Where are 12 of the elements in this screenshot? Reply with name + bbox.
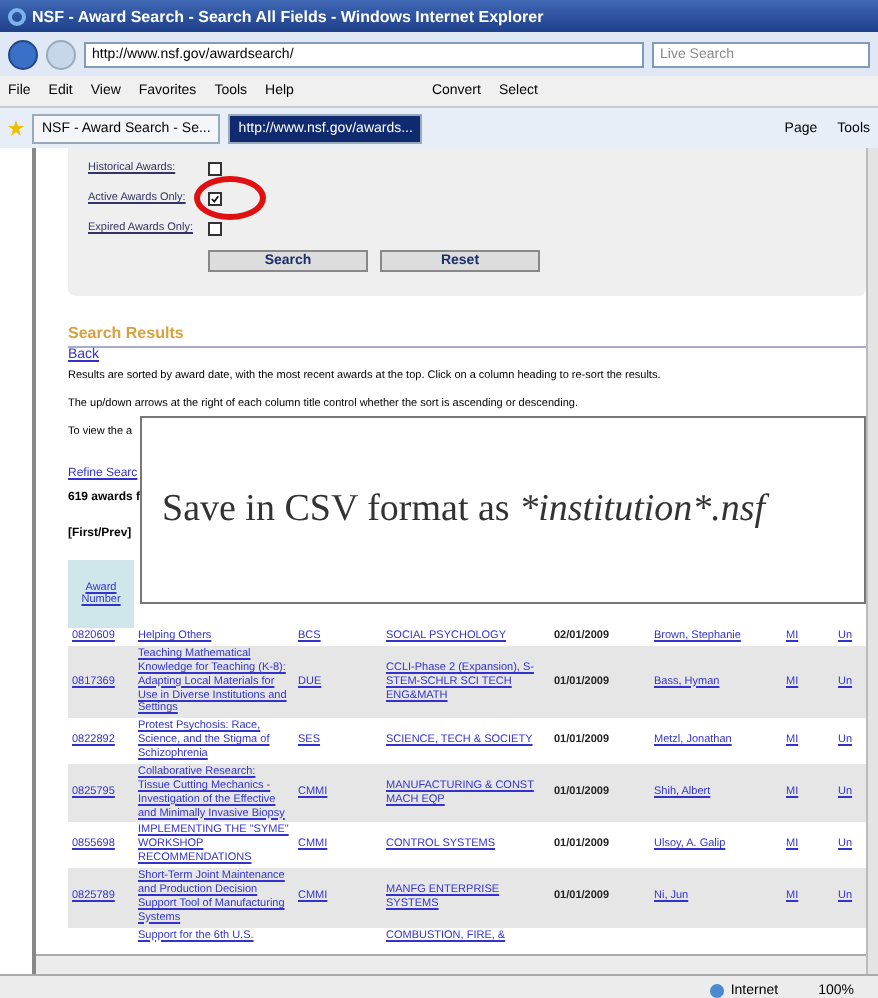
browser-icon [8, 7, 26, 25]
back-button[interactable] [8, 39, 38, 69]
globe-icon [710, 983, 725, 997]
section-heading: Search Results [68, 324, 186, 342]
highlight-circle [194, 176, 266, 220]
window-title: NSF - Award Search - Search All Fields - Windows Internet Explorer [32, 7, 544, 25]
callout-text: Save in CSV format as *institution*.nsf [162, 488, 766, 532]
horizontal-scrollbar[interactable] [36, 954, 866, 974]
checkbox[interactable] [208, 191, 222, 205]
vertical-scrollbar[interactable] [866, 148, 878, 974]
checkbox[interactable] [208, 161, 222, 175]
checkbox[interactable] [208, 221, 222, 235]
